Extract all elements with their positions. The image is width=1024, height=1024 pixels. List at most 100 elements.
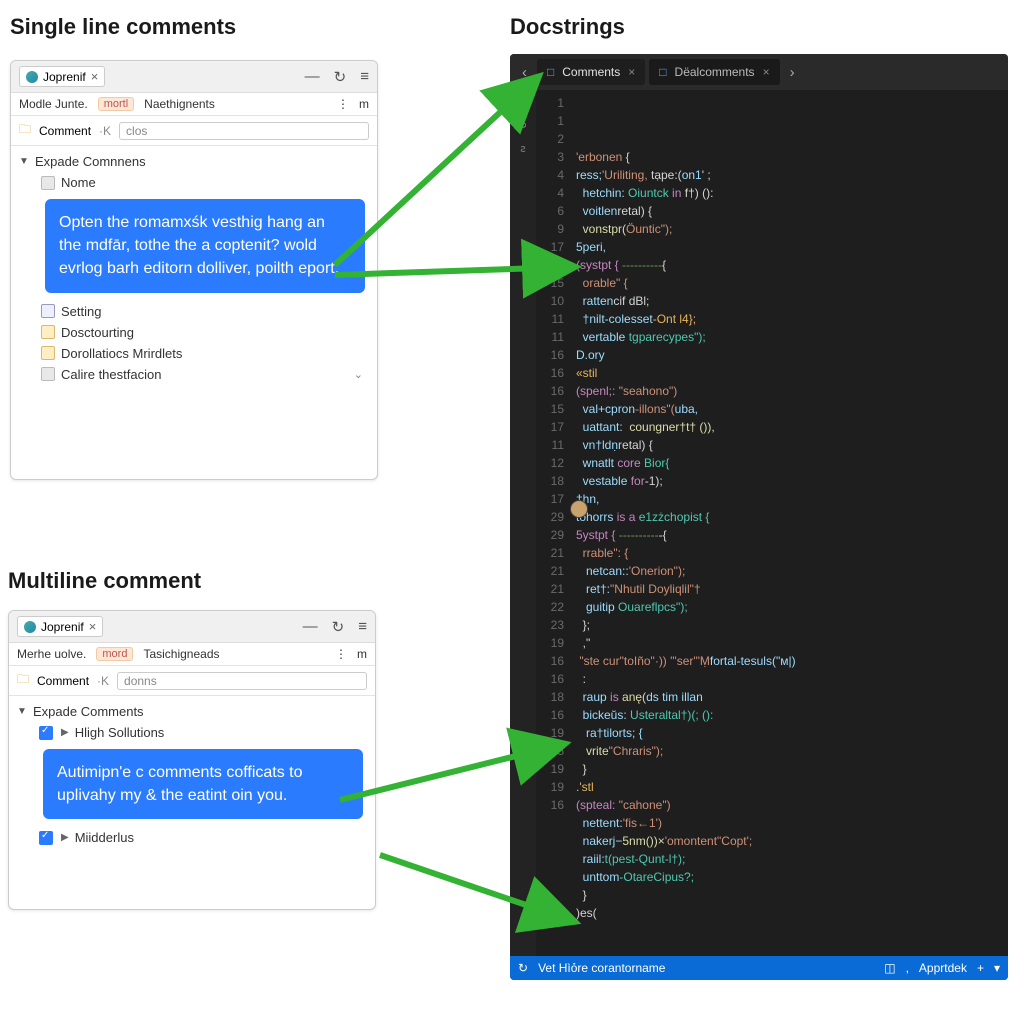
panel2-tree: Expade Comments ▶ Hligh Sollutions Autim… bbox=[9, 696, 375, 853]
crumb-2[interactable]: Tasichigneads bbox=[143, 647, 219, 661]
panel1-tree: Expade Comnnens Nome Opten the romamxśk … bbox=[11, 146, 377, 390]
tree-item[interactable]: Dorollatiocs Mrirdlets bbox=[19, 343, 369, 364]
panel2-toolbar: 🗀 Comment ·K donns bbox=[9, 666, 375, 696]
m-label: m bbox=[359, 97, 369, 111]
heading-multiline: Multiline comment bbox=[8, 568, 201, 594]
toggle-icon[interactable]: ·K bbox=[99, 124, 111, 138]
panel2-titlebar: Joprenif × ― ↻ ≡ bbox=[9, 611, 375, 643]
status-text: Vet Hìỏre corantorname bbox=[538, 961, 665, 975]
tree-header[interactable]: Expade Comnnens bbox=[19, 151, 369, 172]
app-icon bbox=[24, 621, 36, 633]
tree-item-name[interactable]: Nome bbox=[19, 172, 369, 193]
panel1-tab[interactable]: Joprenif × bbox=[19, 66, 105, 87]
editor-tabbar: ‹ □ Comments × □ Dëalcomments × › bbox=[510, 54, 1008, 90]
code-editor: ‹ □ Comments × □ Dëalcomments × › Cooo ꙅ… bbox=[510, 54, 1008, 980]
chevron-right-icon: ▶ bbox=[61, 832, 69, 843]
tree-header-label: Expade Comments bbox=[33, 704, 144, 719]
nav-forward-icon[interactable]: › bbox=[784, 64, 801, 81]
crumb-badge[interactable]: mord bbox=[96, 647, 133, 661]
m-label: m bbox=[357, 647, 367, 661]
tree-header[interactable]: Expade Comments bbox=[17, 701, 367, 722]
search-input[interactable]: donns bbox=[117, 672, 367, 690]
tree-item-label: Dosctourting bbox=[61, 325, 134, 340]
panel2-breadcrumb: Merhe uolve. mord Tasichigneads ⋮ m bbox=[9, 643, 375, 666]
panel2-tab-label: Joprenif bbox=[41, 620, 84, 634]
activity-icon[interactable]: ꙅ bbox=[520, 140, 526, 158]
tree-item-label: Setting bbox=[61, 304, 101, 319]
search-input[interactable]: clos bbox=[119, 122, 369, 140]
close-icon[interactable]: × bbox=[628, 65, 635, 79]
tree-item[interactable]: Calire thestfacion ⌄ bbox=[19, 364, 369, 385]
panel1-titlebar: Joprenif × ― ↻ ≡ bbox=[11, 61, 377, 93]
editor-body: Cooo ꙅ 112344691719151011111616161517111… bbox=[510, 90, 1008, 956]
menu-icon[interactable]: ≡ bbox=[360, 68, 369, 86]
tree-item[interactable]: Setting bbox=[19, 301, 369, 322]
panel2-tab[interactable]: Joprenif × bbox=[17, 616, 103, 637]
close-icon[interactable]: × bbox=[89, 619, 97, 634]
chevron-down-icon[interactable]: ⌄ bbox=[354, 368, 363, 381]
crumb-2[interactable]: Naethignents bbox=[144, 97, 215, 111]
tab-label: Dëalcomments bbox=[675, 65, 755, 79]
tree-item[interactable]: ▶ Hligh Sollutions bbox=[17, 722, 367, 743]
tree-header-label: Expade Comnnens bbox=[35, 154, 146, 169]
crumb-1[interactable]: Modle Junte. bbox=[19, 97, 88, 111]
checkbox-checked-icon[interactable] bbox=[39, 831, 53, 845]
comment-button[interactable]: Comment bbox=[37, 674, 89, 688]
tree-item[interactable]: Dosctourting bbox=[19, 322, 369, 343]
panel-multiline: Joprenif × ― ↻ ≡ Merhe uolve. mord Tasic… bbox=[8, 610, 376, 910]
minimize-icon[interactable]: ― bbox=[305, 68, 320, 86]
tree-item-label: Miidderlus bbox=[75, 830, 134, 845]
code-area[interactable]: 'erbonen {ress;'Uriliting, tạpe:(on1' ; … bbox=[570, 90, 1008, 956]
menu-icon[interactable]: ≡ bbox=[358, 618, 367, 636]
tree-item-label: Nome bbox=[61, 175, 96, 190]
status-bar: ↻ Vet Hìỏre corantorname ◫ , Apprtdek + … bbox=[510, 956, 1008, 980]
reload-icon[interactable]: ↻ bbox=[332, 618, 345, 636]
checkbox-checked-icon[interactable] bbox=[39, 726, 53, 740]
layout-icon[interactable]: ◫ bbox=[884, 961, 895, 975]
comment-button[interactable]: Comment bbox=[39, 124, 91, 138]
panel-single-line: Joprenif × ― ↻ ≡ Modle Junte. mortl Naet… bbox=[10, 60, 378, 480]
activity-bar[interactable]: Cooo ꙅ bbox=[510, 90, 536, 956]
crumb-1[interactable]: Merhe uolve. bbox=[17, 647, 86, 661]
folder-icon: 🗀 bbox=[17, 670, 29, 691]
close-icon[interactable]: × bbox=[763, 65, 770, 79]
tooltip-multiline: Autimipn'e c comments cofficats to upliv… bbox=[43, 749, 363, 819]
chevron-down-icon[interactable] bbox=[19, 156, 29, 167]
tooltip-single-line: Opten the romamxśk vesthig hang an the m… bbox=[45, 199, 365, 293]
avatar-icon bbox=[570, 500, 588, 518]
tree-item-label: Calire thestfacion bbox=[61, 367, 161, 382]
plus-icon[interactable]: + bbox=[977, 961, 984, 975]
tab-icon: □ bbox=[547, 65, 554, 79]
panel1-tab-label: Joprenif bbox=[43, 70, 86, 84]
editor-tab-1[interactable]: □ Comments × bbox=[537, 59, 645, 85]
reload-icon[interactable]: ↻ bbox=[334, 68, 347, 86]
chevron-right-icon: ▶ bbox=[61, 727, 69, 738]
close-icon[interactable]: × bbox=[91, 69, 99, 84]
chevron-down-icon[interactable] bbox=[17, 706, 27, 717]
folder-icon bbox=[41, 325, 55, 339]
more-icon[interactable]: ⋮ bbox=[337, 97, 349, 111]
tree-item[interactable]: ▶ Miidderlus bbox=[17, 827, 367, 848]
folder-icon: 🗀 bbox=[19, 120, 31, 141]
document-icon bbox=[41, 176, 55, 190]
crumb-badge[interactable]: mortl bbox=[98, 97, 134, 111]
status-right-label[interactable]: Apprtdek bbox=[919, 961, 967, 975]
chevron-down-icon[interactable]: ▾ bbox=[994, 961, 1000, 975]
tab-label: Comments bbox=[562, 65, 620, 79]
panel1-breadcrumb: Modle Junte. mortl Naethignents ⋮ m bbox=[11, 93, 377, 116]
tree-item-label: Dorollatiocs Mrirdlets bbox=[61, 346, 182, 361]
tree-item-label: Hligh Sollutions bbox=[75, 725, 165, 740]
document-icon bbox=[41, 367, 55, 381]
folder-icon bbox=[41, 346, 55, 360]
panel1-toolbar: 🗀 Comment ·K clos bbox=[11, 116, 377, 146]
settings-icon bbox=[41, 304, 55, 318]
toggle-icon[interactable]: ·K bbox=[97, 674, 109, 688]
tab-icon: □ bbox=[659, 65, 666, 79]
nav-back-icon[interactable]: ‹ bbox=[516, 64, 533, 81]
line-gutter: 1123446917191510111116161615171112181729… bbox=[536, 90, 570, 956]
editor-tab-2[interactable]: □ Dëalcomments × bbox=[649, 59, 779, 85]
heading-docstrings: Docstrings bbox=[510, 14, 625, 40]
more-icon[interactable]: ⋮ bbox=[335, 647, 347, 661]
sync-icon[interactable]: ↻ bbox=[518, 961, 528, 975]
minimize-icon[interactable]: ― bbox=[303, 618, 318, 636]
